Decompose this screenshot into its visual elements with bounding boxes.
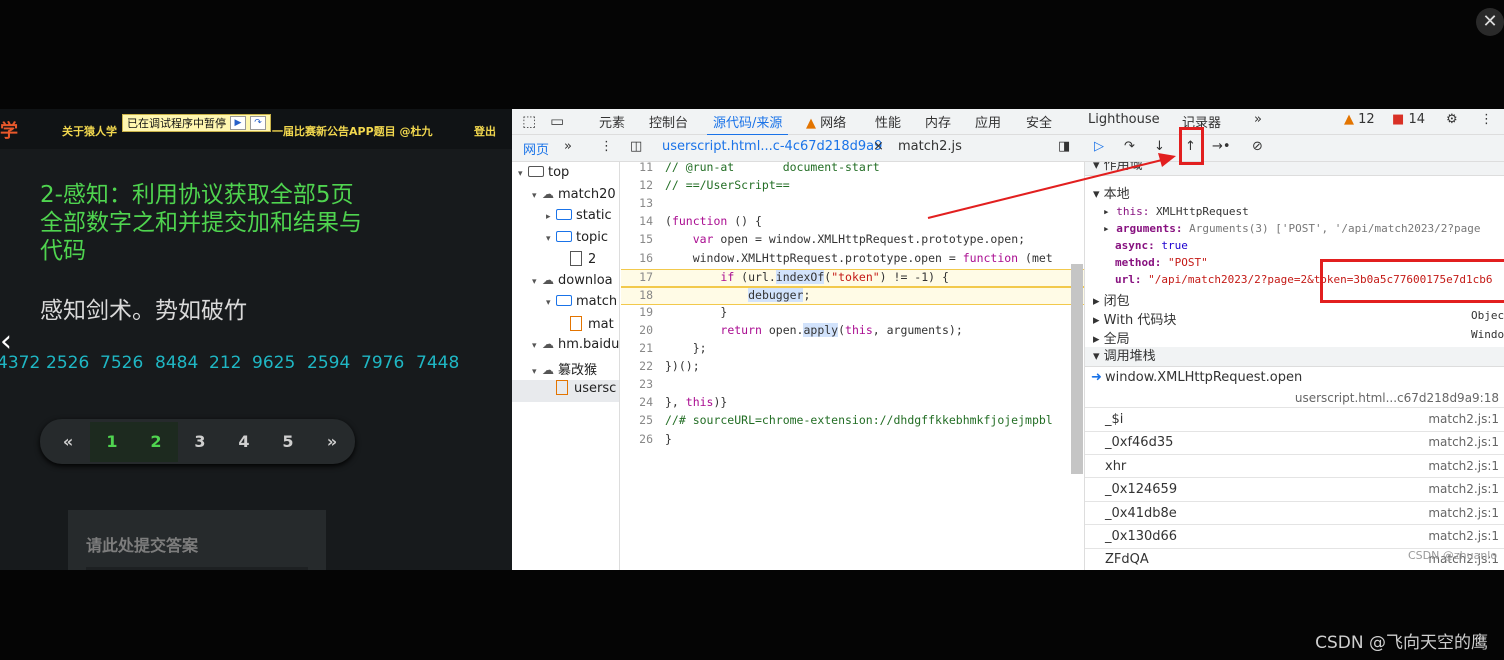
image-caption: CSDN @飞向天空的鹰 <box>1315 633 1488 653</box>
annotation-arrow <box>927 153 1176 219</box>
image-viewer: ✕ 学 关于猿人学 一届比赛新公告APP题目 @杜九 登出 已在调试程序中暂停 … <box>0 0 1504 660</box>
